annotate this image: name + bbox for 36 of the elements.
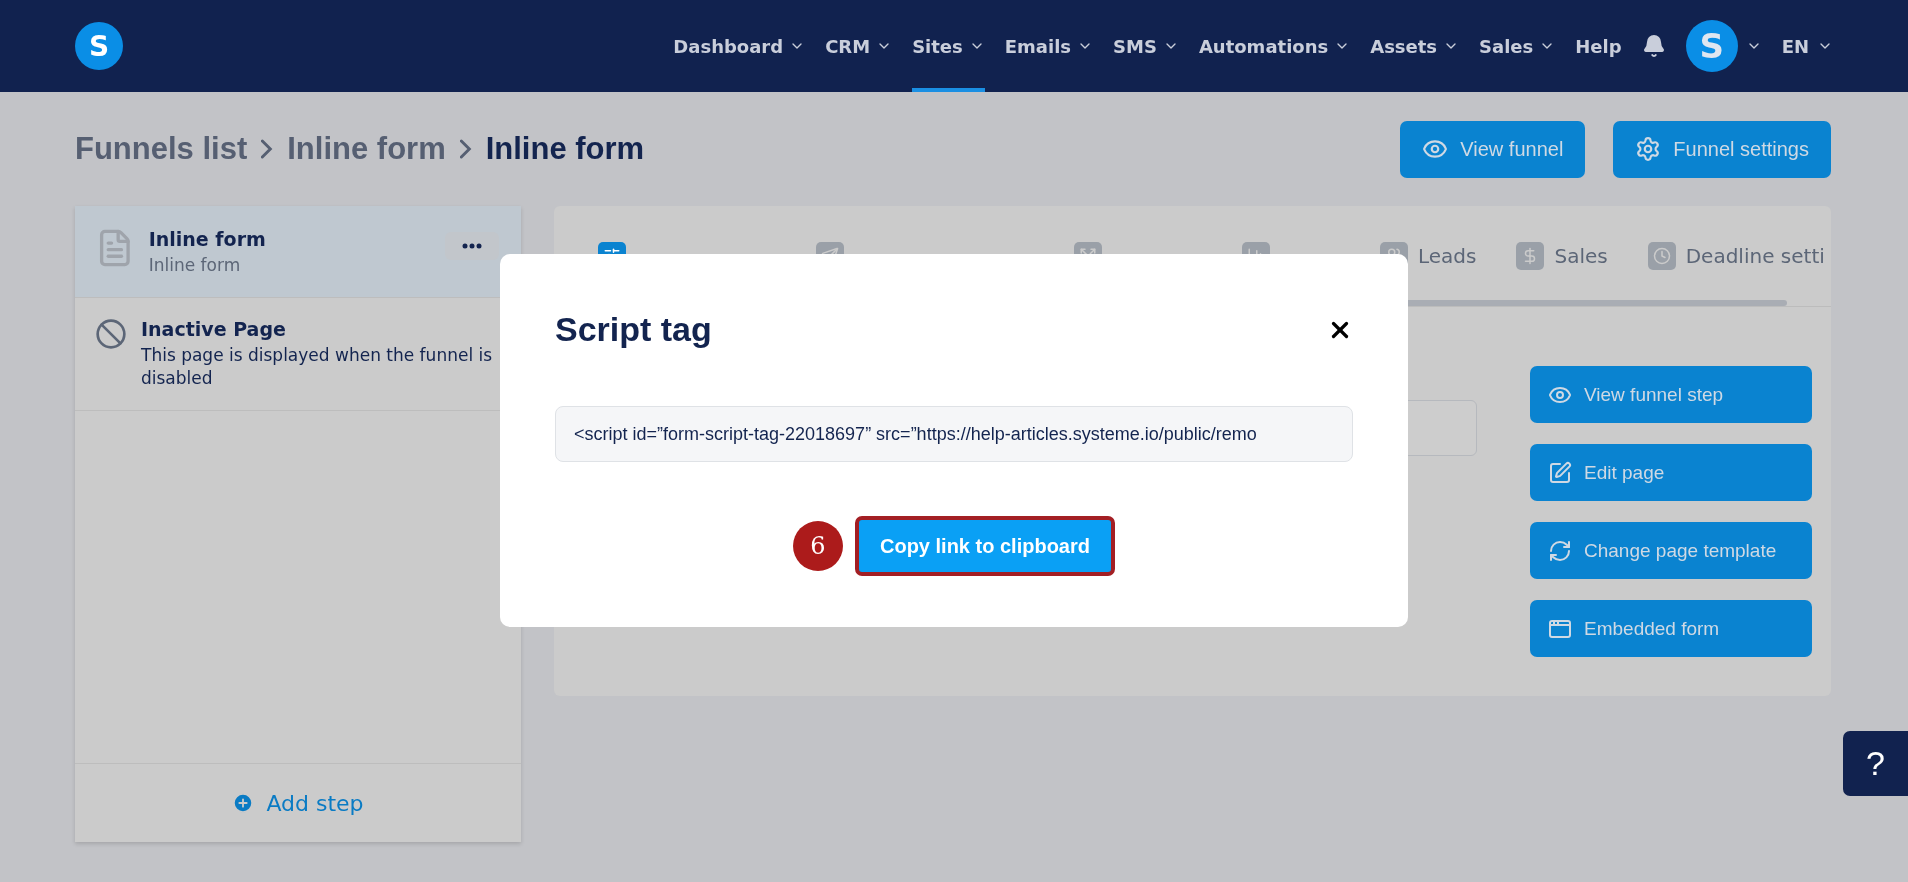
step-title: Inactive Page [141, 317, 286, 340]
nav-item[interactable]: Automations [1198, 0, 1351, 92]
more-icon [462, 243, 482, 249]
script-field[interactable]: <script id=”form-script-tag-22018697” src=”https://help-articles.systeme.io/public/remo [555, 406, 1353, 462]
nav-item[interactable]: Assets [1370, 0, 1460, 92]
modal-title: Script tag [555, 310, 712, 349]
chevron-icon [459, 139, 472, 159]
settings-icon [1635, 136, 1662, 162]
nav-item[interactable]: Help [1575, 0, 1622, 92]
nav-item[interactable]: SMS [1113, 0, 1179, 92]
step-item[interactable]: Inline form Inline form [75, 206, 521, 298]
nav-item[interactable]: CRM [825, 0, 893, 92]
breadcrumb-link[interactable]: Funnels list [75, 131, 248, 167]
step-title: Inline form [148, 228, 266, 250]
tab[interactable]: Sales [1516, 242, 1608, 270]
disabled-icon [95, 317, 127, 350]
dollar-icon [1516, 242, 1545, 270]
clock-icon [1647, 242, 1676, 270]
nav-item[interactable]: Emails [1004, 0, 1094, 92]
refresh-icon [1548, 538, 1572, 563]
breadcrumb-link[interactable]: Inline form [287, 131, 446, 167]
tab[interactable]: Deadline setti [1647, 242, 1825, 270]
breadcrumb-link[interactable]: Inline form [485, 131, 645, 167]
nav-item[interactable]: Sales [1479, 0, 1556, 92]
language-selector[interactable]: EN [1781, 35, 1833, 57]
more-button[interactable] [445, 232, 499, 260]
chevron-icon [261, 139, 274, 159]
help-button[interactable]: ? [1843, 731, 1908, 796]
nav-item[interactable]: Sites [912, 0, 985, 92]
step-subtitle: Inline form [148, 254, 241, 277]
step-badge: 6 [793, 521, 843, 571]
nav-item[interactable]: Dashboard [673, 0, 806, 92]
step-subtitle: This page is displayed when the funnel is disabled [141, 343, 494, 390]
edit-icon [1548, 460, 1572, 485]
bell-icon[interactable] [1641, 34, 1666, 58]
plus-icon [232, 792, 255, 814]
